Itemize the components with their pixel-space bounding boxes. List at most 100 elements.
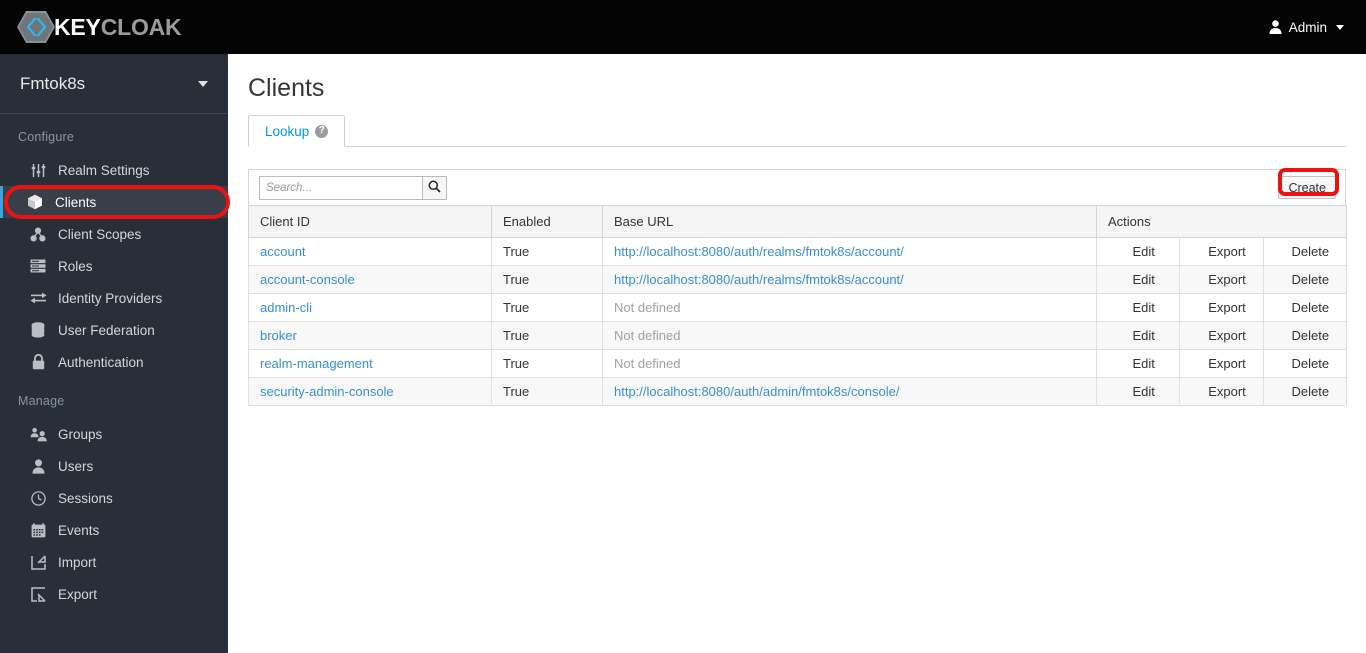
column-header-client-id: Client ID <box>248 205 492 238</box>
table-row: admin-cli True Not defined Edit Export D… <box>248 293 1348 322</box>
sidebar-item-sessions[interactable]: Sessions <box>0 482 228 514</box>
user-menu-label: Admin <box>1288 19 1327 35</box>
sidebar-item-label: Clients <box>55 194 97 210</box>
column-header-base-url: Base URL <box>602 205 1097 238</box>
question-mark-icon[interactable]: ? <box>315 124 329 138</box>
client-id-link[interactable]: account <box>260 244 306 259</box>
enabled-value: True <box>491 377 603 406</box>
table-row: account True http://localhost:8080/auth/… <box>248 237 1348 266</box>
sidebar: Fmtok8s Configure Realm Settings Clients… <box>0 54 228 653</box>
export-action[interactable]: Export <box>1179 349 1264 378</box>
chevron-down-icon <box>198 80 208 87</box>
sidebar-item-clients[interactable]: Clients <box>0 186 228 218</box>
brand-title-secondary: CLOAK <box>100 13 182 40</box>
enabled-value: True <box>491 265 603 294</box>
edit-action[interactable]: Edit <box>1095 321 1181 350</box>
sidebar-item-client-scopes[interactable]: Client Scopes <box>0 218 228 250</box>
client-id-link[interactable]: broker <box>260 328 297 343</box>
sidebar-item-label: Authentication <box>58 354 144 370</box>
clock-icon <box>28 489 48 507</box>
sidebar-item-events[interactable]: Events <box>0 514 228 546</box>
table-row: security-admin-console True http://local… <box>248 377 1348 406</box>
base-url-link[interactable]: http://localhost:8080/auth/admin/fmtok8s… <box>614 384 899 399</box>
base-url-empty: Not defined <box>614 328 681 343</box>
molecule-icon <box>28 225 48 243</box>
calendar-icon <box>28 521 48 539</box>
sidebar-item-label: Client Scopes <box>58 226 142 242</box>
brand-title-primary: KEY <box>54 13 101 40</box>
cube-icon <box>25 193 45 211</box>
edit-action[interactable]: Edit <box>1095 265 1181 294</box>
table-row: account-console True http://localhost:80… <box>248 265 1348 294</box>
sidebar-item-users[interactable]: Users <box>0 450 228 482</box>
table-row: broker True Not defined Edit Export Dele… <box>248 321 1348 350</box>
export-action[interactable]: Export <box>1179 321 1264 350</box>
sidebar-item-realm-settings[interactable]: Realm Settings <box>0 154 228 186</box>
tab-label: Lookup <box>265 123 310 139</box>
user-icon <box>1269 20 1282 34</box>
sidebar-item-groups[interactable]: Groups <box>0 418 228 450</box>
base-url-empty: Not defined <box>614 300 681 315</box>
enabled-value: True <box>491 321 603 350</box>
delete-action[interactable]: Delete <box>1262 321 1348 350</box>
nav-section-manage-label: Manage <box>18 394 65 408</box>
realm-name: Fmtok8s <box>20 73 86 93</box>
sidebar-item-import[interactable]: Import <box>0 546 228 578</box>
sidebar-item-label: Users <box>58 458 94 474</box>
export-action[interactable]: Export <box>1179 293 1264 322</box>
stacked-list-icon <box>28 257 48 275</box>
sidebar-item-label: Events <box>58 522 100 538</box>
user-icon <box>28 457 48 475</box>
edit-action[interactable]: Edit <box>1095 377 1181 406</box>
sliders-icon <box>28 161 48 179</box>
sidebar-item-label: Export <box>58 586 98 602</box>
client-id-link[interactable]: account-console <box>260 272 355 287</box>
edit-action[interactable]: Edit <box>1095 237 1181 266</box>
sidebar-item-roles[interactable]: Roles <box>0 250 228 282</box>
export-action[interactable]: Export <box>1179 377 1264 406</box>
delete-action[interactable]: Delete <box>1262 377 1348 406</box>
sidebar-item-identity-providers[interactable]: Identity Providers <box>0 282 228 314</box>
base-url-empty: Not defined <box>614 356 681 371</box>
export-arrow-icon <box>28 585 48 603</box>
base-url-link[interactable]: http://localhost:8080/auth/realms/fmtok8… <box>614 272 904 287</box>
create-button[interactable]: Create <box>1278 176 1336 199</box>
table-head: Client ID Enabled Base URL Actions <box>248 205 1347 238</box>
lock-icon <box>28 353 48 371</box>
delete-action[interactable]: Delete <box>1262 265 1348 294</box>
edit-action[interactable]: Edit <box>1095 349 1181 378</box>
table-row: realm-management True Not defined Edit E… <box>248 349 1348 378</box>
nav-section-configure-label: Configure <box>18 130 74 144</box>
tab-bar: Lookup ? <box>248 115 1346 147</box>
sidebar-item-label: Realm Settings <box>58 162 150 178</box>
client-id-link[interactable]: admin-cli <box>260 300 312 315</box>
delete-action[interactable]: Delete <box>1262 293 1348 322</box>
sidebar-item-user-federation[interactable]: User Federation <box>0 314 228 346</box>
sidebar-item-label: Sessions <box>58 490 113 506</box>
export-action[interactable]: Export <box>1179 265 1264 294</box>
page-title: Clients <box>248 74 325 102</box>
enabled-value: True <box>491 237 603 266</box>
sidebar-item-authentication[interactable]: Authentication <box>0 346 228 378</box>
groups-icon <box>28 425 48 443</box>
search-input[interactable] <box>259 175 422 200</box>
export-action[interactable]: Export <box>1179 237 1264 266</box>
user-menu[interactable]: Admin <box>1269 0 1366 54</box>
realm-selector[interactable]: Fmtok8s <box>0 54 228 114</box>
brand-title: KEYCLOAK <box>54 13 182 41</box>
sidebar-item-label: Roles <box>58 258 93 274</box>
edit-action[interactable]: Edit <box>1095 293 1181 322</box>
tab-lookup[interactable]: Lookup ? <box>248 115 346 147</box>
search-group <box>259 175 447 200</box>
search-button[interactable] <box>422 175 447 200</box>
sidebar-item-export[interactable]: Export <box>0 578 228 610</box>
client-id-link[interactable]: realm-management <box>260 356 373 371</box>
sidebar-item-label: Identity Providers <box>58 290 163 306</box>
client-id-link[interactable]: security-admin-console <box>260 384 394 399</box>
table-body: account True http://localhost:8080/auth/… <box>248 237 1348 406</box>
brand-logo-area[interactable]: KEYCLOAK <box>0 0 182 54</box>
delete-action[interactable]: Delete <box>1262 237 1348 266</box>
delete-action[interactable]: Delete <box>1262 349 1348 378</box>
column-header-enabled: Enabled <box>491 205 603 238</box>
base-url-link[interactable]: http://localhost:8080/auth/realms/fmtok8… <box>614 244 904 259</box>
